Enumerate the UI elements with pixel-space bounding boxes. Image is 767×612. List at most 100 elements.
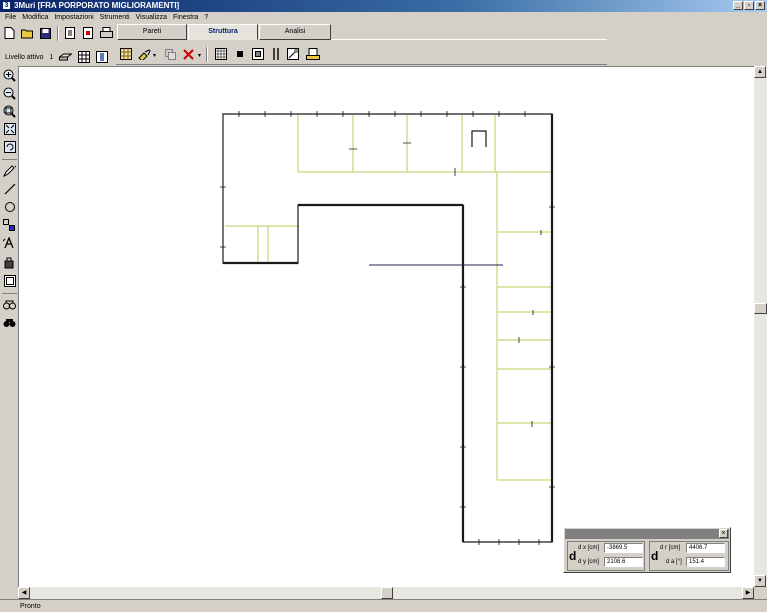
delta-symbol-left: d [569, 549, 577, 563]
mesh-grid-button[interactable] [213, 47, 228, 61]
node-button[interactable] [232, 47, 247, 61]
minimize-button[interactable]: _ [733, 1, 743, 10]
tab-pareti[interactable]: Pareti [117, 24, 187, 40]
fill-bucket-icon [4, 257, 13, 269]
frame-icon [3, 275, 16, 287]
structure-grid-icon [119, 48, 132, 60]
dy-label: d y [cm] [578, 559, 600, 565]
menu-help[interactable]: ? [201, 12, 211, 23]
export-button[interactable] [63, 26, 78, 40]
brush-icon [138, 48, 151, 60]
zoom-out-button[interactable] [2, 86, 17, 100]
dx-value: -3869.5 [604, 543, 643, 553]
partition-line [297, 115, 496, 172]
draw-line-button[interactable] [2, 182, 17, 196]
outer-wall [222, 113, 553, 543]
print-preview-button[interactable] [81, 26, 96, 40]
redraw-button[interactable] [2, 140, 17, 154]
grid-table-icon [77, 51, 90, 63]
menu-file[interactable]: File [2, 12, 19, 23]
insert-structure-button[interactable] [118, 47, 133, 61]
export-document-icon [65, 27, 75, 39]
delete-dropdown-arrow[interactable]: ▾ [198, 52, 201, 59]
floor-slab-icon [59, 53, 72, 61]
open-folder-icon [21, 29, 33, 38]
menu-visualizza[interactable]: Visualizza [133, 12, 170, 23]
find-button[interactable] [2, 298, 17, 312]
coordinates-panel: × d d d x [cm] -3869.5 d y [cm] 2108.6 d… [563, 527, 731, 573]
tab-analisi[interactable]: Analisi [259, 24, 331, 40]
circle-icon [4, 202, 15, 212]
zoom-in-button[interactable] [2, 68, 17, 82]
save-button[interactable] [38, 26, 53, 40]
paint-button[interactable] [137, 47, 152, 61]
thick-wall-segment [298, 203, 465, 542]
status-bar: Pronto [0, 599, 767, 612]
da-value: 151.4 [686, 557, 725, 567]
level-manager-button[interactable] [94, 50, 109, 64]
new-file-button[interactable] [2, 26, 17, 40]
foundation-button[interactable] [305, 47, 320, 61]
panel-button[interactable] [250, 47, 265, 61]
bearing-walls [222, 113, 554, 543]
print-button[interactable] [99, 26, 114, 40]
restore-button[interactable]: ▫ [744, 1, 754, 10]
paint-dropdown-arrow[interactable]: ▾ [153, 52, 156, 59]
left-toolbar-separator [2, 293, 17, 294]
zoom-window-icon [3, 105, 16, 118]
tab-strip-line [331, 39, 607, 40]
pencil-icon [3, 165, 16, 177]
close-window-button[interactable]: × [755, 1, 765, 10]
active-level-label: Livello attivo [5, 54, 44, 61]
drawing-canvas[interactable] [18, 66, 754, 587]
app-name: 3Muri [14, 1, 36, 10]
vertical-scrollbar[interactable]: ▲ ▼ [754, 66, 767, 587]
save-disk-icon [40, 27, 51, 39]
scroll-right-button[interactable]: ▶ [742, 587, 754, 599]
scroll-down-button[interactable]: ▼ [754, 575, 766, 587]
app-icon: 3 [2, 1, 11, 10]
binoculars-outline-icon [3, 300, 16, 310]
coordinates-panel-titlebar[interactable]: × [565, 529, 729, 539]
menu-modifica[interactable]: Modifica [19, 12, 51, 23]
close-panel-button[interactable]: × [719, 529, 728, 538]
status-text: Pronto [20, 603, 41, 610]
copy-icon [165, 48, 176, 60]
frame-button[interactable] [2, 274, 17, 288]
document-name: [FRA PORPORATO MIGLIORAMENTI] [37, 1, 180, 10]
copy-button[interactable] [163, 47, 178, 61]
tie-rod-button[interactable] [286, 47, 301, 61]
menu-impostazioni[interactable]: Impostazioni [51, 12, 96, 23]
menu-finestra[interactable]: Finestra [170, 12, 201, 23]
draw-pencil-button[interactable] [2, 164, 17, 178]
menu-strumenti[interactable]: Strumenti [97, 12, 133, 23]
zoom-window-button[interactable] [2, 104, 17, 118]
search-button[interactable] [2, 316, 17, 330]
scroll-left-button[interactable]: ◀ [18, 587, 30, 599]
partition-walls [225, 115, 552, 481]
zoom-extents-button[interactable] [2, 122, 17, 136]
mesh-grid-icon [214, 48, 227, 60]
shapes-icon [3, 218, 15, 231]
tie-rod-icon [287, 48, 299, 60]
tab-struttura[interactable]: Struttura [188, 24, 258, 40]
toolbar-separator [57, 26, 59, 41]
draw-circle-button[interactable] [2, 200, 17, 214]
left-toolbar-separator [2, 159, 17, 160]
draw-shapes-button[interactable] [2, 218, 17, 232]
column-button[interactable] [268, 47, 283, 61]
delete-cross-icon [183, 48, 194, 60]
window-title: 3Muri [FRA PORPORATO MIGLIORAMENTI] [14, 1, 179, 11]
title-bar: 3 3Muri [FRA PORPORATO MIGLIORAMENTI] _ … [0, 0, 767, 12]
delete-button[interactable] [181, 47, 196, 61]
text-tool-button[interactable] [2, 236, 17, 250]
fill-button[interactable] [2, 256, 17, 270]
open-file-button[interactable] [20, 26, 35, 40]
vertical-scroll-thumb[interactable] [754, 303, 767, 314]
document-red-icon [83, 27, 93, 39]
horizontal-scrollbar[interactable]: ◀ ▶ [18, 587, 754, 599]
grid-levels-button[interactable] [76, 50, 91, 64]
horizontal-scroll-thumb[interactable] [381, 587, 393, 599]
floor-plan-button[interactable] [58, 50, 73, 64]
scroll-up-button[interactable]: ▲ [754, 66, 766, 78]
